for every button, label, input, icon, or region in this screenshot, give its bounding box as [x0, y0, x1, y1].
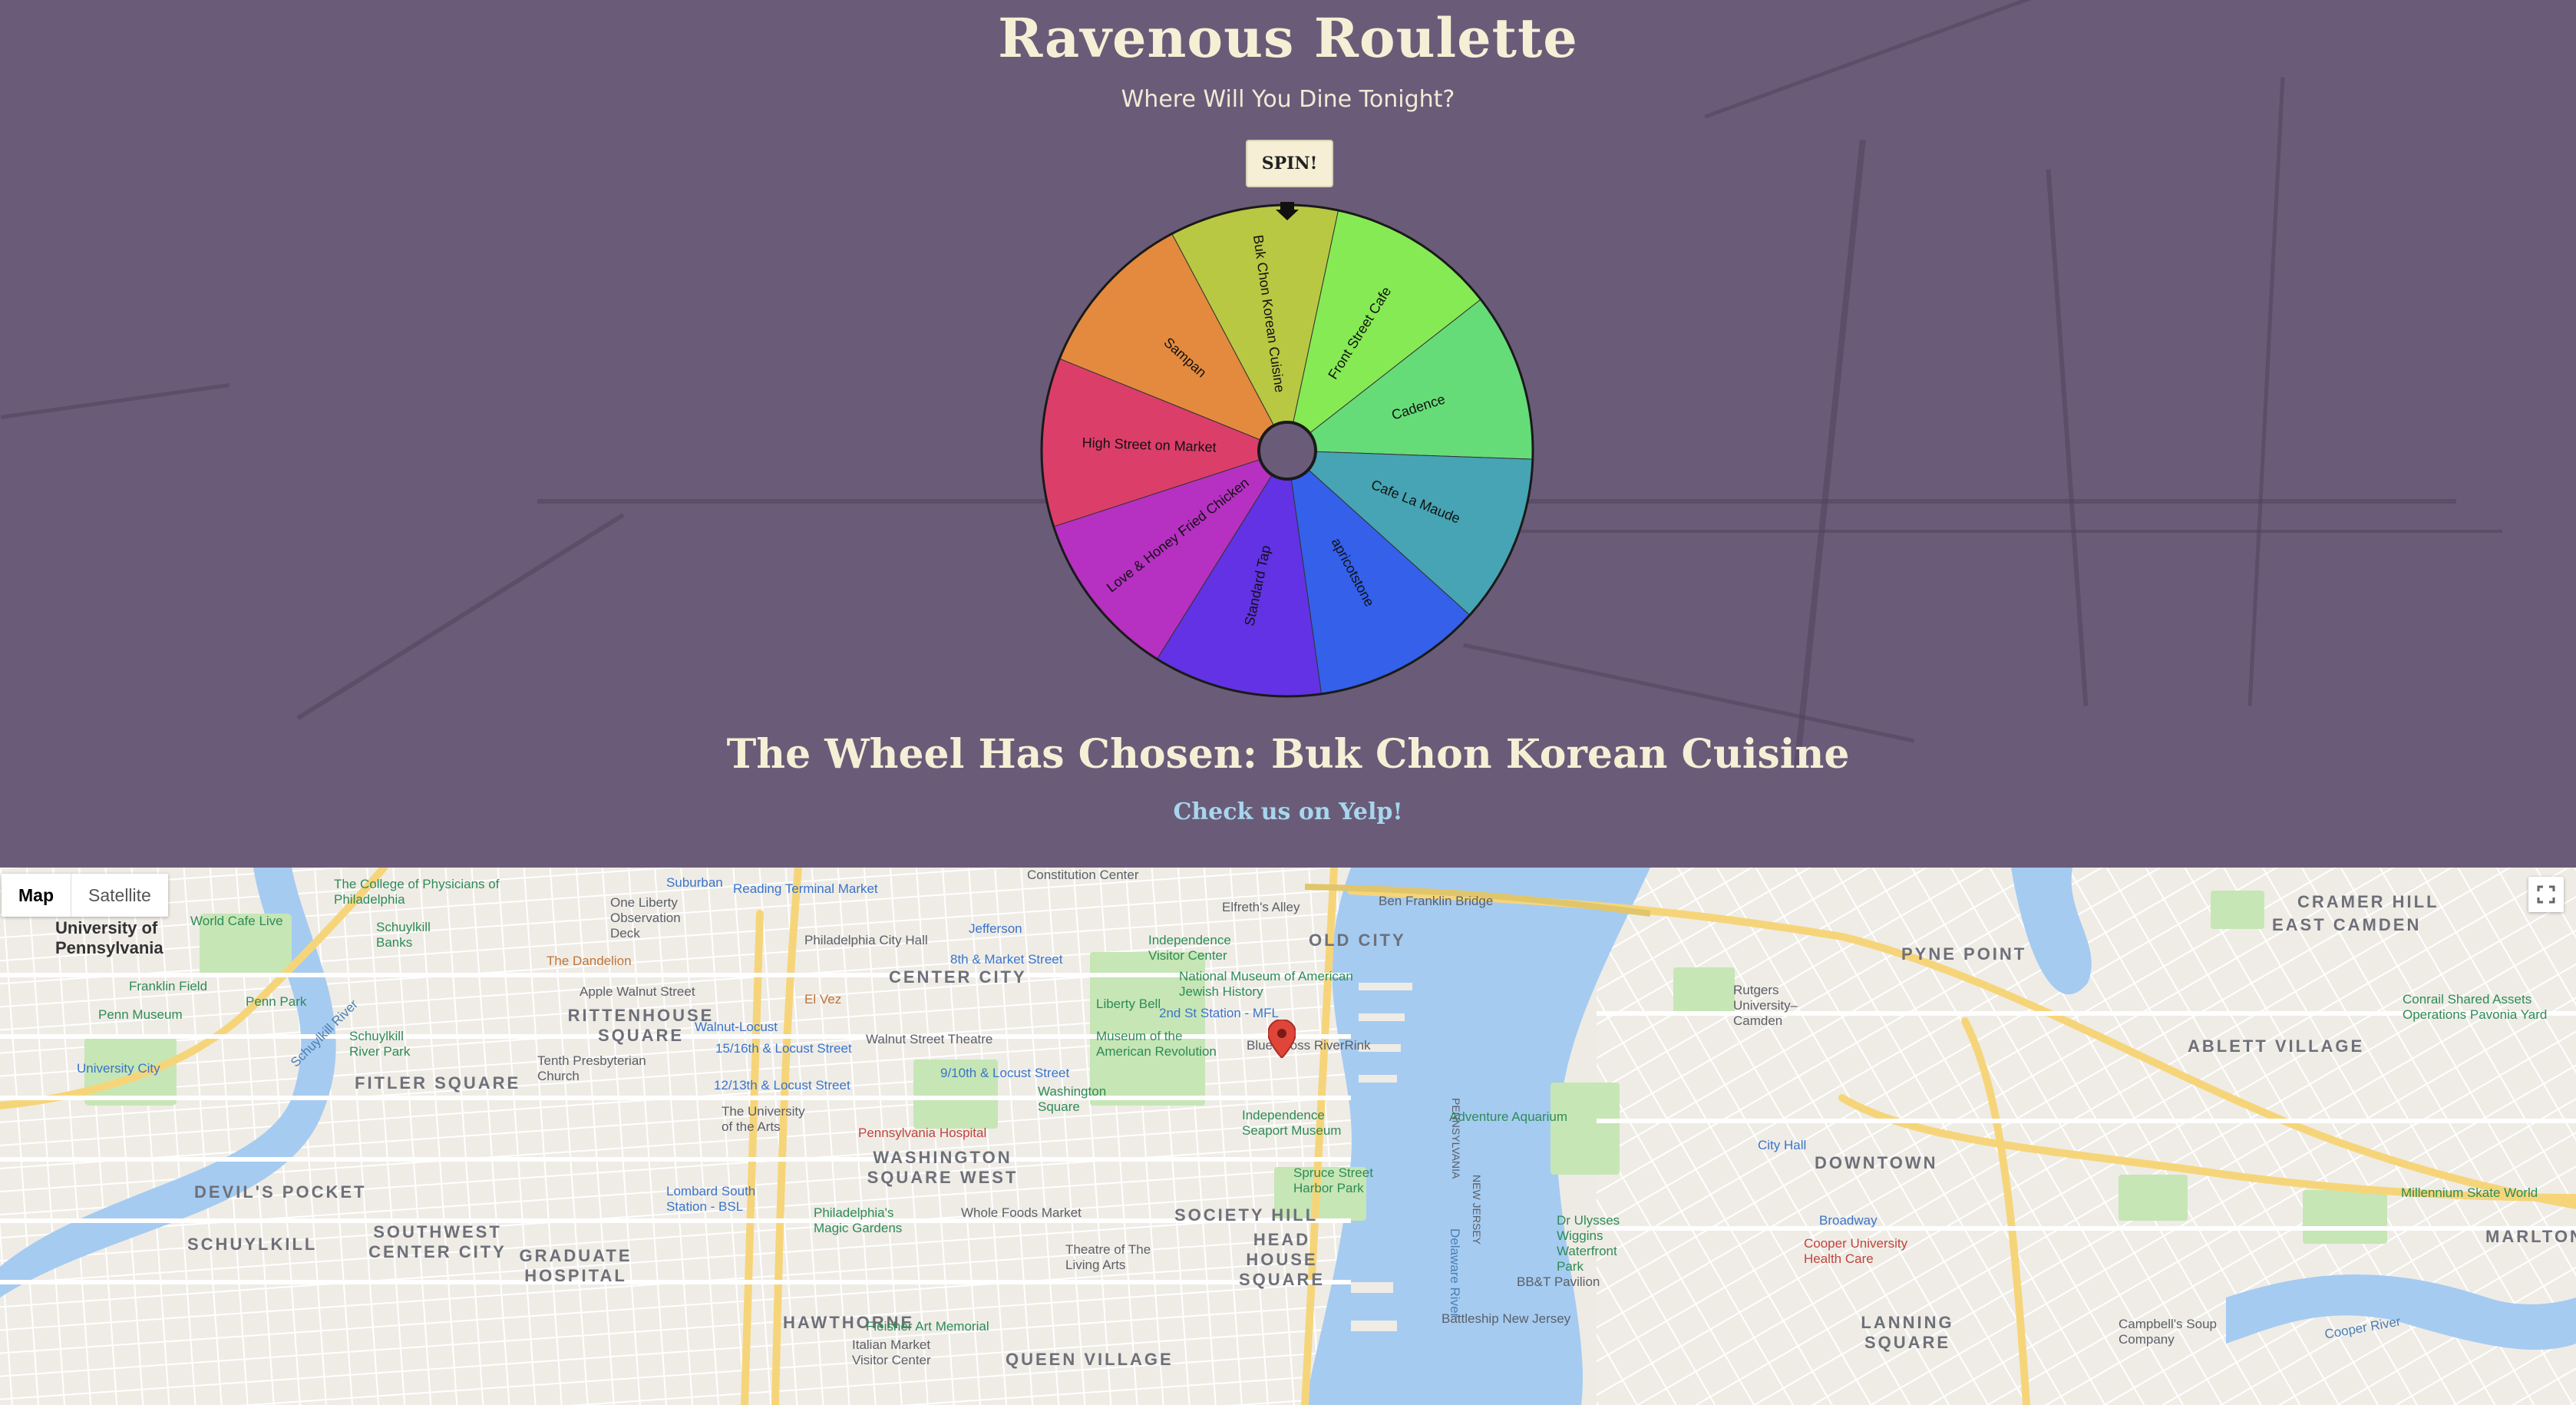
- label-downtown: DOWNTOWN: [1815, 1153, 1938, 1172]
- label-society-hill: SOCIETY HILL: [1174, 1205, 1319, 1225]
- poi-city-hall[interactable]: Philadelphia City Hall: [804, 933, 928, 948]
- poi-bbt-pavilion[interactable]: BB&T Pavilion: [1517, 1274, 1600, 1290]
- roulette-hero: Ravenous Roulette Where Will You Dine To…: [0, 0, 2576, 868]
- result-heading: The Wheel Has Chosen: Buk Chon Korean Cu…: [0, 731, 2576, 778]
- poi-constitution-center[interactable]: Constitution Center: [1027, 868, 1139, 883]
- poi-living-arts[interactable]: Theatre of The Living Arts: [1065, 1242, 1158, 1273]
- label-pyne-point: PYNE POINT: [1901, 944, 2027, 964]
- poi-dandelion[interactable]: The Dandelion: [547, 954, 632, 969]
- label-upenn: University of Pennsylvania: [55, 918, 163, 957]
- poi-12th-locust[interactable]: 12/13th & Locust Street: [714, 1078, 850, 1093]
- fullscreen-button[interactable]: [2528, 877, 2564, 912]
- poi-penn-museum[interactable]: Penn Museum: [98, 1007, 183, 1023]
- wheel-hub: [1257, 421, 1317, 481]
- label-marlton: MARLTON: [2485, 1227, 2576, 1246]
- poi-seaport-museum[interactable]: Independence Seaport Museum: [1242, 1108, 1357, 1139]
- poi-campbell[interactable]: Campbell's Soup Company: [2119, 1317, 2218, 1347]
- poi-college-physicians[interactable]: The College of Physicians of Philadelphi…: [334, 877, 503, 907]
- poi-liberty-bell[interactable]: Liberty Bell: [1096, 997, 1161, 1012]
- poi-independence-visitor[interactable]: Independence Visitor Center: [1148, 933, 1248, 964]
- label-cramer-hill: CRAMER HILL: [2297, 892, 2439, 911]
- yelp-link[interactable]: Check us on Yelp!: [0, 798, 2576, 825]
- label-devils-pocket: DEVIL'S POCKET: [194, 1182, 367, 1202]
- poi-harbor-park[interactable]: Spruce Street Harbor Park: [1293, 1165, 1385, 1196]
- label-fitler-square: FITLER SQUARE: [355, 1073, 521, 1093]
- poi-uarts[interactable]: The University of the Arts: [722, 1104, 814, 1135]
- poi-walnut-locust[interactable]: Walnut-Locust: [695, 1020, 778, 1035]
- poi-washington-square[interactable]: Washington Square: [1038, 1084, 1115, 1115]
- poi-jewish-history[interactable]: National Museum of American Jewish Histo…: [1179, 969, 1356, 1000]
- poi-camden-city-hall[interactable]: City Hall: [1758, 1138, 1806, 1153]
- poi-pennsylvania-hospital[interactable]: Pennsylvania Hospital: [858, 1126, 986, 1141]
- poi-penn-park[interactable]: Penn Park: [246, 994, 306, 1010]
- map-type-control: Map Satellite: [2, 874, 168, 917]
- poi-magic-gardens[interactable]: Philadelphia's Magic Gardens: [814, 1205, 913, 1236]
- label-pennsylvania-border: PENNSYLVANIA: [1450, 1098, 1462, 1179]
- poi-italian-market[interactable]: Italian Market Visitor Center: [852, 1337, 959, 1368]
- result-restaurant: Buk Chon Korean Cuisine: [1271, 731, 1850, 778]
- poi-one-liberty[interactable]: One Liberty Observation Deck: [610, 895, 710, 941]
- poi-wiggins-park[interactable]: Dr Ulysses Wiggins Waterfront Park: [1557, 1213, 1641, 1274]
- label-schuylkill: SCHUYLKILL: [187, 1235, 318, 1254]
- poi-tenth-presbyterian[interactable]: Tenth Presbyterian Church: [537, 1053, 660, 1084]
- label-delaware-river: Delaware River: [1448, 1228, 1462, 1318]
- poi-cooper-hospital[interactable]: Cooper University Health Care: [1804, 1236, 1919, 1267]
- poi-lombard-south[interactable]: Lombard South Station - BSL: [666, 1184, 758, 1215]
- label-center-city: CENTER CITY: [889, 967, 1027, 987]
- poi-rutgers[interactable]: Rutgers University–Camden: [1733, 983, 1825, 1029]
- roulette-wheel[interactable]: Buk Chon Korean Cuisine Front Street Cafe…: [1029, 196, 1535, 702]
- texture-streak: [2046, 169, 2089, 706]
- poi-walnut-theatre[interactable]: Walnut Street Theatre: [866, 1032, 992, 1047]
- texture-streak: [2247, 77, 2285, 706]
- label-graduate-hospital: GRADUATE HOSPITAL: [519, 1246, 632, 1285]
- poi-broadway[interactable]: Broadway: [1819, 1213, 1878, 1228]
- poi-2nd-st-station[interactable]: 2nd St Station - MFL: [1159, 1006, 1279, 1021]
- texture-streak: [1504, 530, 2502, 533]
- label-east-camden: EAST CAMDEN: [2272, 915, 2422, 934]
- poi-el-vez[interactable]: El Vez: [804, 992, 841, 1007]
- label-old-city: OLD CITY: [1309, 931, 1406, 950]
- app-subtitle: Where Will You Dine Tonight?: [1121, 86, 1455, 113]
- poi-elfreth-alley[interactable]: Elfreth's Alley: [1222, 900, 1300, 915]
- poi-jefferson[interactable]: Jefferson: [969, 921, 1022, 937]
- poi-apple-walnut[interactable]: Apple Walnut Street: [580, 984, 695, 1000]
- poi-schuylkill-banks[interactable]: Schuylkill Banks: [376, 920, 438, 950]
- fullscreen-icon: [2537, 885, 2555, 904]
- poi-reading-terminal[interactable]: Reading Terminal Market: [733, 881, 878, 897]
- label-ablett-village: ABLETT VILLAGE: [2188, 1036, 2365, 1056]
- poi-schuylkill-river-park[interactable]: Schuylkill River Park: [349, 1029, 426, 1060]
- map-view-button[interactable]: Map: [2, 874, 71, 917]
- label-new-jersey-border: NEW JERSEY: [1471, 1175, 1483, 1245]
- label-queen-village: QUEEN VILLAGE: [1006, 1350, 1174, 1369]
- poi-15th-locust[interactable]: 15/16th & Locust Street: [715, 1041, 852, 1056]
- google-map[interactable]: OLD CITY CENTER CITY RITTENHOUSE SQUARE …: [0, 868, 2576, 1405]
- poi-whole-foods[interactable]: Whole Foods Market: [961, 1205, 1082, 1221]
- label-lanning-square: LANNING SQUARE: [1861, 1313, 1954, 1352]
- label-washington-square-west: WASHINGTON SQUARE WEST: [867, 1148, 1019, 1187]
- label-head-house-square: HEAD HOUSE SQUARE: [1238, 1230, 1326, 1289]
- poi-franklin-field[interactable]: Franklin Field: [129, 979, 207, 994]
- satellite-view-button[interactable]: Satellite: [71, 874, 168, 917]
- result-prefix: The Wheel Has Chosen:: [726, 731, 1257, 778]
- poi-american-revolution[interactable]: Museum of the American Revolution: [1096, 1029, 1227, 1060]
- poi-millennium-skate[interactable]: Millennium Skate World: [2401, 1185, 2538, 1201]
- texture-streak: [1, 383, 230, 419]
- poi-conrail[interactable]: Conrail Shared Assets Operations Pavonia…: [2403, 992, 2556, 1023]
- spin-button[interactable]: SPIN!: [1246, 140, 1333, 187]
- poi-ben-franklin-bridge[interactable]: Ben Franklin Bridge: [1379, 894, 1493, 909]
- poi-fleisher[interactable]: Fleisher Art Memorial: [866, 1319, 989, 1334]
- map-marker-icon[interactable]: [1268, 1020, 1296, 1058]
- texture-streak: [296, 512, 625, 721]
- poi-world-cafe[interactable]: World Cafe Live: [190, 914, 283, 929]
- poi-university-city[interactable]: University City: [77, 1061, 160, 1076]
- poi-8th-market[interactable]: 8th & Market Street: [950, 952, 1062, 967]
- poi-adventure-aquarium[interactable]: Adventure Aquarium: [1449, 1109, 1567, 1125]
- poi-riverrink[interactable]: Blue Cross RiverRink: [1247, 1038, 1371, 1053]
- poi-9th-locust[interactable]: 9/10th & Locust Street: [940, 1066, 1069, 1081]
- label-southwest-center-city: SOUTHWEST CENTER CITY: [368, 1222, 507, 1261]
- poi-suburban[interactable]: Suburban: [666, 875, 723, 891]
- texture-streak: [1794, 139, 1866, 767]
- app-title: Ravenous Roulette: [998, 6, 1578, 70]
